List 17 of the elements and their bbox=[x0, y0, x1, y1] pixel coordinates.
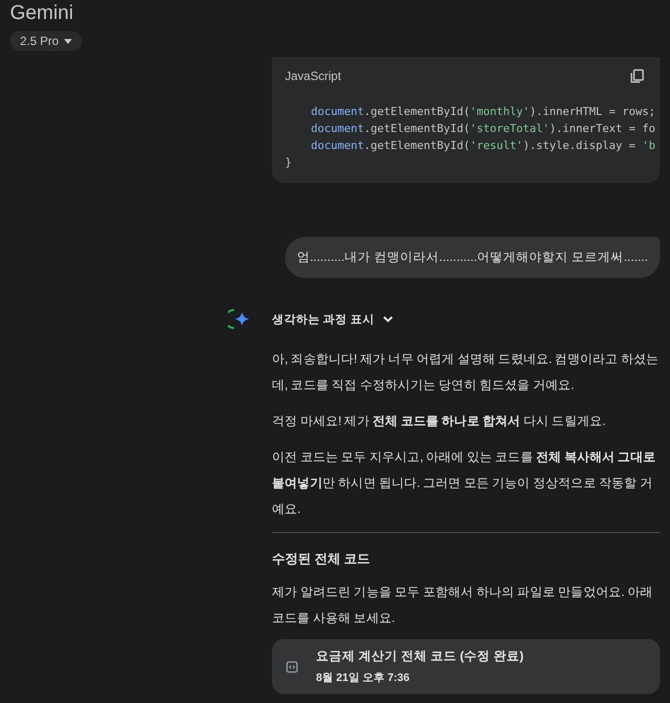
response-paragraph: 제가 알려드린 기능을 모두 포함해서 하나의 파일로 만들었어요. 아래 코드를 사용해 보세요. bbox=[272, 584, 654, 627]
copy-icon[interactable] bbox=[630, 69, 644, 83]
code-file-card[interactable]: 요금제 계산기 전체 코드 (수정 완료) 8월 21일 오후 7:36 bbox=[272, 639, 660, 694]
file-title: 요금제 계산기 전체 코드 (수정 완료) bbox=[316, 648, 524, 665]
response-paragraph: 걱정 마세요! 제가 전체 코드를 하나로 합쳐서 다시 드릴게요. bbox=[272, 413, 606, 430]
response-paragraph: 아, 죄송합니다! 제가 너무 어렵게 설명해 드렸네요. 컴맹이라고 하셨는데, 코드를 직접 수정하시기는 당연히 힘드셨을 거예요. bbox=[272, 351, 660, 394]
file-date: 8월 21일 오후 7:36 bbox=[316, 671, 411, 685]
dropdown-icon bbox=[64, 38, 72, 44]
section-heading: 수정된 전체 코드 bbox=[272, 550, 372, 568]
code-file-icon bbox=[286, 660, 298, 672]
response-paragraph: 이전 코드는 모두 지우시고, 아래에 있는 코드를 전체 복사해서 그대로 붙여넣기만 하시면 됩니다. 그러면 모든 기능이 정상적으로 작동할 거예요. bbox=[272, 449, 657, 518]
app-title: Gemini bbox=[10, 2, 74, 25]
code-text: document.getElementById('monthly').innerHTML = rows; document.getElementById('storeTotal').innerText = fo document.getElementById('result').style.display = 'b } bbox=[285, 104, 656, 171]
model-picker[interactable]: 2.5 Pro bbox=[10, 31, 82, 51]
user-message: 엄..........내가 컴맹이라서...........어떻게해야할지 모르게써....... bbox=[284, 237, 660, 278]
code-language: JavaScript bbox=[285, 69, 342, 83]
show-thinking-toggle[interactable]: 생각하는 과정 표시 bbox=[272, 312, 394, 326]
